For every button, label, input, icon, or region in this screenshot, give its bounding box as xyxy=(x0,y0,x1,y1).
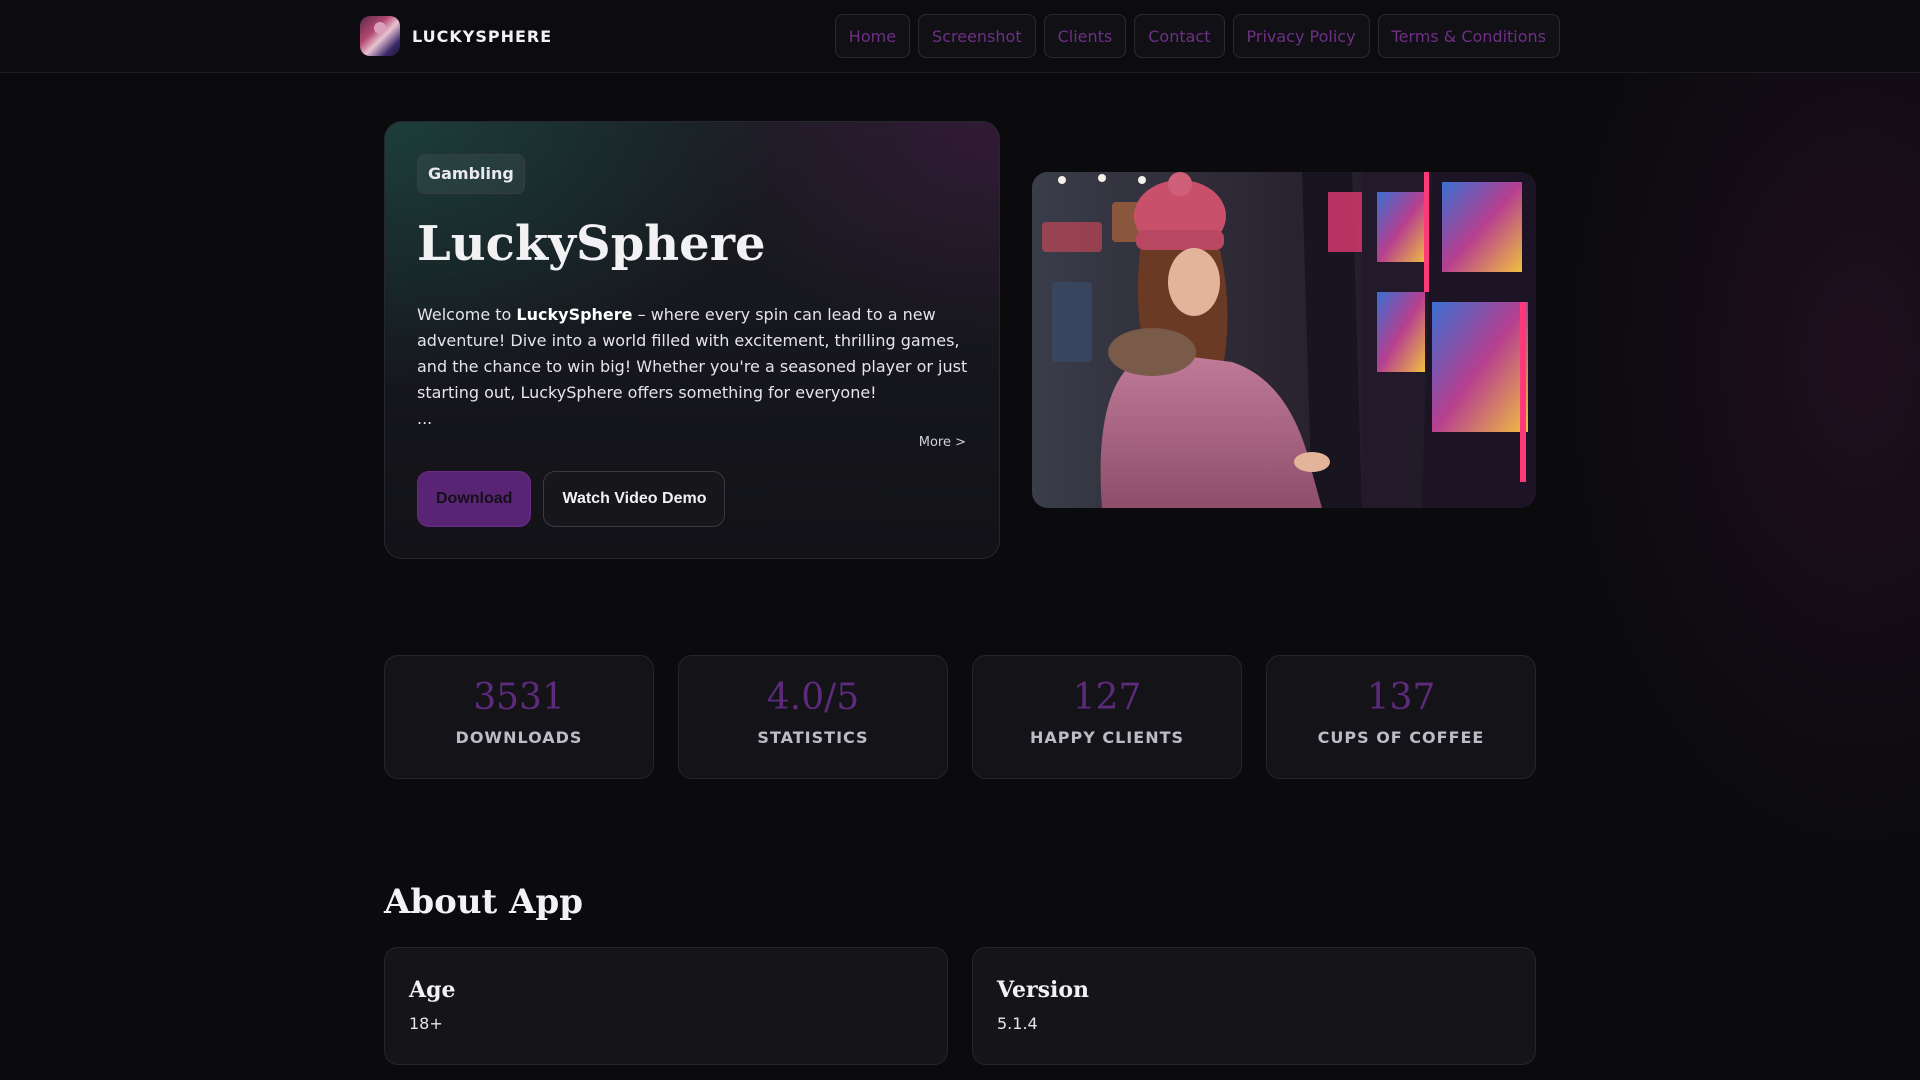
about-card-version: Version 5.1.4 xyxy=(972,947,1536,1065)
stat-label: DOWNLOADS xyxy=(455,728,583,747)
stat-label: CUPS OF COFFEE xyxy=(1317,728,1485,747)
stat-card-cups-of-coffee: 137 CUPS OF COFFEE xyxy=(1266,655,1536,779)
about-grid: Age 18+ Version 5.1.4 xyxy=(384,947,1536,1065)
about-card-title: Version xyxy=(997,977,1090,1003)
hero-buttons: Download Watch Video Demo xyxy=(417,471,726,527)
about-title: About App xyxy=(384,882,584,922)
hero-description: Welcome to LuckySphere – where every spi… xyxy=(417,302,977,406)
nav-link-contact[interactable]: Contact xyxy=(1134,14,1225,58)
stat-label: STATISTICS xyxy=(757,728,869,747)
stat-card-downloads: 3531 DOWNLOADS xyxy=(384,655,654,779)
about-card-value: 18+ xyxy=(409,1014,443,1033)
hero-desc-brand: LuckySphere xyxy=(516,305,633,324)
hero-image-illustration xyxy=(1032,172,1536,508)
about-card-value: 5.1.4 xyxy=(997,1014,1038,1033)
stats-row: 3531 DOWNLOADS 4.0/5 STATISTICS 127 HAPP… xyxy=(384,655,1536,779)
stat-card-happy-clients: 127 HAPPY CLIENTS xyxy=(972,655,1242,779)
stat-value: 137 xyxy=(1366,677,1436,718)
brand-name: LUCKYSPHERE xyxy=(412,26,553,46)
more-link[interactable]: More > xyxy=(919,435,966,450)
hero-ellipsis: ... xyxy=(417,409,433,428)
brand-logo-icon xyxy=(360,16,400,56)
download-button[interactable]: Download xyxy=(417,471,532,527)
nav-link-terms-conditions[interactable]: Terms & Conditions xyxy=(1377,14,1560,58)
brand[interactable]: LUCKYSPHERE xyxy=(360,16,552,56)
about-card-title: Age xyxy=(409,977,456,1003)
stat-value: 4.0/5 xyxy=(766,677,860,718)
hero-desc-prefix: Welcome to xyxy=(417,305,517,324)
stat-label: HAPPY CLIENTS xyxy=(1029,728,1185,747)
nav-link-home[interactable]: Home xyxy=(834,14,911,58)
navbar: LUCKYSPHERE Home Screenshot Clients Cont… xyxy=(0,0,1920,73)
category-badge: Gambling xyxy=(417,154,525,194)
hero-title: LuckySphere xyxy=(417,216,766,272)
stat-value: 3531 xyxy=(473,677,565,718)
nav-link-clients[interactable]: Clients xyxy=(1043,14,1127,58)
hero-image xyxy=(1032,172,1536,508)
nav-link-privacy-policy[interactable]: Privacy Policy xyxy=(1232,14,1370,58)
nav-links: Home Screenshot Clients Contact Privacy … xyxy=(834,14,1560,58)
stat-value: 127 xyxy=(1072,677,1142,718)
stat-card-statistics: 4.0/5 STATISTICS xyxy=(678,655,948,779)
hero-card: Gambling LuckySphere Welcome to LuckySph… xyxy=(384,121,1000,559)
about-card-age: Age 18+ xyxy=(384,947,948,1065)
watch-video-demo-button[interactable]: Watch Video Demo xyxy=(543,471,726,527)
nav-link-screenshot[interactable]: Screenshot xyxy=(918,14,1036,58)
